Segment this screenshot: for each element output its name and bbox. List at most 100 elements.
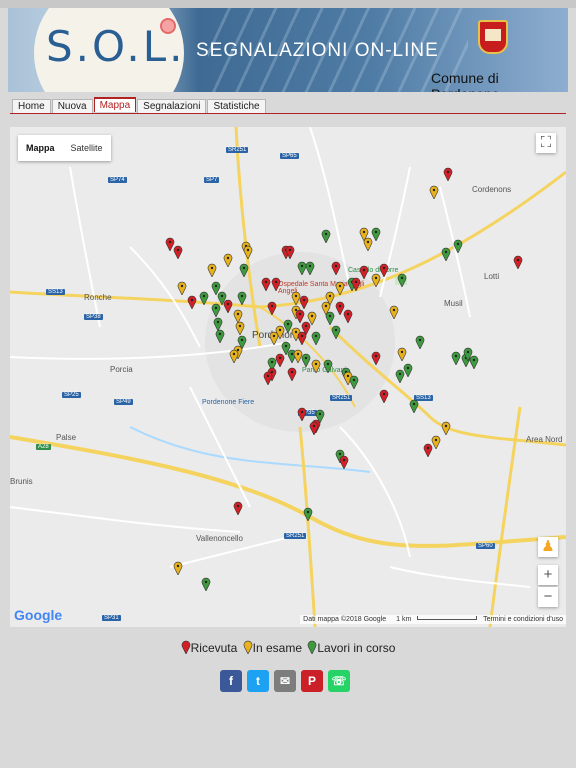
marker-ricevuta[interactable] — [187, 295, 197, 309]
legend-lavori: Lavori in corso — [307, 640, 396, 655]
marker-ricevuta[interactable] — [297, 331, 307, 345]
marker-lavori[interactable] — [305, 261, 315, 275]
marker-in-esame[interactable] — [311, 359, 321, 373]
marker-lavori[interactable] — [397, 273, 407, 287]
terms-link[interactable]: Termini e condizioni d'uso — [483, 616, 563, 623]
place-label: Vallenoncello — [196, 534, 243, 543]
marker-ricevuta[interactable] — [379, 263, 389, 277]
marker-lavori[interactable] — [211, 303, 221, 317]
marker-in-esame[interactable] — [235, 321, 245, 335]
marker-ricevuta[interactable] — [261, 277, 271, 291]
marker-ricevuta[interactable] — [343, 309, 353, 323]
city-crest-icon — [478, 20, 508, 54]
marker-ricevuta[interactable] — [263, 371, 273, 385]
twitter-share-button[interactable]: t — [247, 670, 269, 692]
road-badge: SP7 — [204, 177, 220, 183]
marker-in-esame[interactable] — [441, 421, 451, 435]
map-type-satellite-button[interactable]: Satellite — [63, 135, 111, 161]
place-label: Pordenone Fiere — [202, 399, 255, 406]
marker-in-esame[interactable] — [243, 245, 253, 259]
marker-lavori[interactable] — [237, 291, 247, 305]
marker-ricevuta[interactable] — [443, 167, 453, 181]
marker-ricevuta[interactable] — [223, 299, 233, 313]
fullscreen-icon[interactable]: ⛶ — [536, 133, 556, 153]
marker-ricevuta[interactable] — [173, 245, 183, 259]
marker-lavori[interactable] — [349, 375, 359, 389]
tab-home[interactable]: Home — [12, 99, 51, 113]
top-bar — [0, 0, 576, 8]
marker-lavori[interactable] — [469, 355, 479, 369]
map-canvas[interactable]: Cordenons Lotti Ronche Musil Porcia Pals… — [10, 127, 566, 627]
marker-lavori[interactable] — [201, 577, 211, 591]
marker-in-esame[interactable] — [229, 349, 239, 363]
pegman-icon[interactable]: ♟ — [538, 537, 558, 557]
legend-ricevuta-label: Ricevuta — [190, 641, 238, 655]
map-legend: Ricevuta In esame Lavori in corso — [0, 640, 576, 655]
marker-ricevuta[interactable] — [271, 277, 281, 291]
marker-lavori[interactable] — [323, 359, 333, 373]
map-type-map-button[interactable]: Mappa — [18, 135, 63, 161]
email-share-button[interactable]: ✉ — [274, 670, 296, 692]
marker-lavori[interactable] — [451, 351, 461, 365]
road-badge: SP31 — [102, 615, 121, 621]
marker-lavori[interactable] — [311, 331, 321, 345]
marker-in-esame[interactable] — [335, 281, 345, 295]
zoom-out-button[interactable]: − — [538, 587, 558, 607]
marker-in-esame[interactable] — [429, 185, 439, 199]
zoom-in-button[interactable]: + — [538, 565, 558, 585]
marker-in-esame[interactable] — [389, 305, 399, 319]
marker-in-esame[interactable] — [173, 561, 183, 575]
marker-lavori[interactable] — [199, 291, 209, 305]
marker-ricevuta[interactable] — [309, 421, 319, 435]
marker-in-esame[interactable] — [397, 347, 407, 361]
marker-in-esame[interactable] — [207, 263, 217, 277]
marker-lavori[interactable] — [239, 263, 249, 277]
map-data-credit: Dati mappa ©2018 Google — [303, 616, 387, 623]
marker-lavori[interactable] — [215, 329, 225, 343]
red-pin-icon — [181, 640, 190, 655]
road-badge: SR251 — [330, 395, 353, 401]
marker-lavori[interactable] — [441, 247, 451, 261]
marker-ricevuta[interactable] — [331, 261, 341, 275]
pinterest-share-button[interactable]: P — [301, 670, 323, 692]
marker-lavori[interactable] — [301, 353, 311, 367]
marker-lavori[interactable] — [331, 325, 341, 339]
tab-statistiche[interactable]: Statistiche — [207, 99, 266, 113]
place-label: Musil — [444, 299, 463, 308]
place-label: Brunis — [10, 477, 33, 486]
tab-nuova[interactable]: Nuova — [51, 99, 93, 113]
marker-ricevuta[interactable] — [351, 277, 361, 291]
marker-ricevuta[interactable] — [267, 301, 277, 315]
place-label: Porcia — [110, 365, 133, 374]
social-share-bar: f t ✉ P ☏ — [220, 670, 350, 692]
tab-segnalazioni[interactable]: Segnalazioni — [137, 99, 207, 113]
legend-lavori-label: Lavori in corso — [317, 641, 396, 655]
marker-ricevuta[interactable] — [423, 443, 433, 457]
marker-lavori[interactable] — [321, 229, 331, 243]
marker-ricevuta[interactable] — [513, 255, 523, 269]
marker-lavori[interactable] — [453, 239, 463, 253]
marker-in-esame[interactable] — [363, 237, 373, 251]
marker-lavori[interactable] — [325, 311, 335, 325]
marker-in-esame[interactable] — [307, 311, 317, 325]
marker-lavori[interactable] — [303, 507, 313, 521]
marker-lavori[interactable] — [409, 399, 419, 413]
facebook-share-button[interactable]: f — [220, 670, 242, 692]
legend-in-esame-label: In esame — [252, 641, 302, 655]
marker-ricevuta[interactable] — [233, 501, 243, 515]
marker-ricevuta[interactable] — [379, 389, 389, 403]
marker-lavori[interactable] — [315, 409, 325, 423]
marker-ricevuta[interactable] — [287, 367, 297, 381]
marker-ricevuta[interactable] — [371, 351, 381, 365]
marker-ricevuta[interactable] — [297, 407, 307, 421]
marker-ricevuta[interactable] — [339, 455, 349, 469]
tab-mappa[interactable]: Mappa — [93, 97, 137, 112]
place-label: Area Nord — [526, 435, 563, 444]
marker-ricevuta[interactable] — [285, 245, 295, 259]
marker-in-esame[interactable] — [223, 253, 233, 267]
marker-lavori[interactable] — [395, 369, 405, 383]
road-badge: SS13 — [46, 289, 65, 295]
marker-lavori[interactable] — [415, 335, 425, 349]
whatsapp-share-button[interactable]: ☏ — [328, 670, 350, 692]
marker-in-esame[interactable] — [177, 281, 187, 295]
